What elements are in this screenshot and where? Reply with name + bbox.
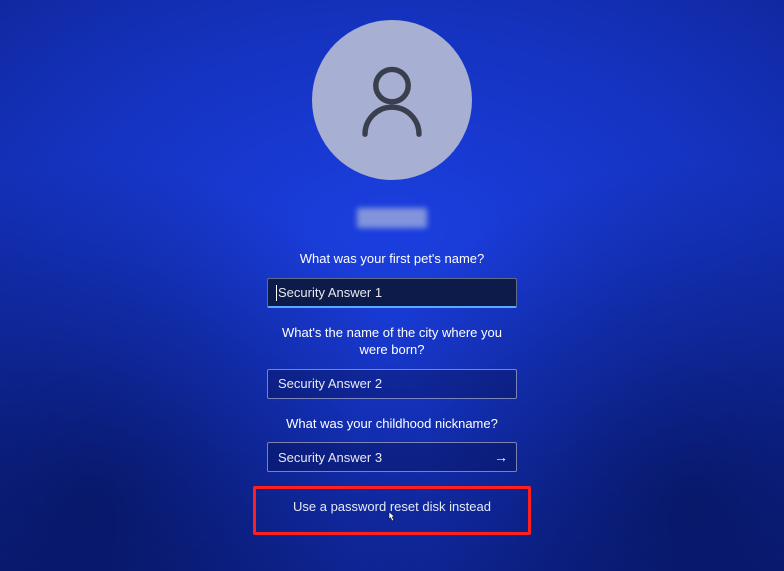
- submit-arrow-button[interactable]: →: [485, 442, 517, 472]
- user-icon: [347, 55, 437, 145]
- security-answer-1-input[interactable]: [267, 278, 517, 308]
- security-question-3: What was your childhood nickname?: [267, 415, 517, 433]
- security-answer-3-input[interactable]: [267, 442, 517, 472]
- security-question-1: What was your first pet's name?: [267, 250, 517, 268]
- use-password-reset-disk-link[interactable]: Use a password reset disk instead: [293, 499, 491, 514]
- text-caret: [276, 285, 277, 301]
- arrow-right-icon: →: [494, 449, 508, 465]
- username-redacted: [357, 208, 427, 228]
- security-answer-2-input[interactable]: [267, 369, 517, 399]
- avatar: [312, 20, 472, 180]
- reset-disk-link-highlight: Use a password reset disk instead: [253, 486, 531, 535]
- security-question-2: What's the name of the city where you we…: [267, 324, 517, 359]
